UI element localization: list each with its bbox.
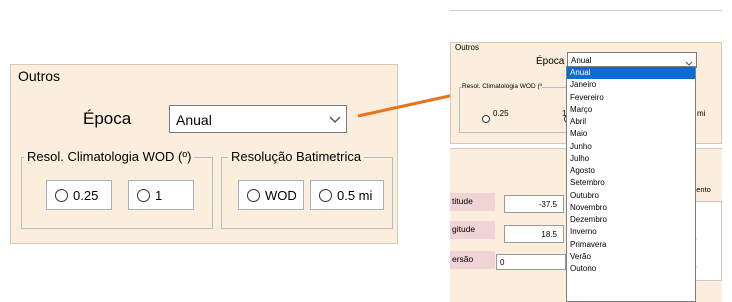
field-label-latitude: titude — [450, 193, 495, 211]
radio-circle-icon — [55, 188, 68, 202]
radio-circle-icon — [247, 188, 260, 202]
epoca-label-small: Época — [536, 56, 565, 67]
dropdown-option-outubro[interactable]: Outubro — [567, 190, 695, 202]
dropdown-option-dezembro[interactable]: Dezembro — [567, 214, 695, 226]
dropdown-option-setembro[interactable]: Setembro — [567, 177, 695, 189]
resol-climatologia-fieldset: Resol. Climatologia WOD (º) 0.25 1 — [21, 149, 213, 229]
dropdown-option-novembro[interactable]: Novembro — [567, 202, 695, 214]
epoca-combobox-small-value: Anual — [571, 56, 592, 65]
bati-partial-label: mi — [697, 109, 706, 118]
radio-bati-wod[interactable]: WOD — [238, 180, 304, 210]
resol-title-small: Resol. Climatologia WOD (º — [462, 83, 543, 90]
radio-resol-1-label: 1 — [155, 187, 163, 203]
dropdown-option-inverno[interactable]: Inverno — [567, 226, 695, 238]
dropdown-option-janeiro[interactable]: Janeiro — [567, 79, 695, 91]
outros-panel-zoomed: Outros Época Anual Resol. Climatologia W… — [10, 64, 398, 244]
radio-bati-wod-label: WOD — [265, 187, 297, 203]
radio-checked-icon — [137, 188, 150, 202]
radio-checked-icon — [319, 188, 332, 202]
epoca-combobox-value: Anual — [176, 112, 212, 128]
top-divider — [450, 10, 722, 11]
radio-resol-025-label: 0.25 — [73, 187, 99, 203]
epoca-combobox[interactable]: Anual — [169, 105, 347, 133]
radio-bati-05mi-label: 0.5 mi — [337, 187, 373, 203]
epoca-label: Época — [83, 109, 132, 128]
radio-bati-05mi[interactable]: 0.5 mi — [310, 180, 384, 210]
outros-group-title-small: Outros — [455, 43, 480, 52]
field-input-longitude[interactable]: 18.5 — [504, 225, 564, 243]
dropdown-option-marco[interactable]: Março — [567, 104, 695, 116]
outros-group-title: Outros — [15, 68, 64, 84]
resolucao-batimetrica-title: Resolução Batimetrica — [228, 149, 365, 164]
chevron-down-icon[interactable] — [328, 112, 342, 131]
dropdown-option-junho[interactable]: Junho — [567, 141, 695, 153]
dropdown-option-anual[interactable]: Anual — [567, 67, 695, 80]
epoca-dropdown-list[interactable]: Anual Janeiro Fevereiro Março Abril Maio… — [566, 66, 696, 302]
field-input-versao[interactable]: 0 — [496, 254, 566, 270]
resol-climatologia-title: Resol. Climatologia WOD (º) — [24, 149, 195, 164]
dropdown-option-agosto[interactable]: Agosto — [567, 165, 695, 177]
dropdown-option-maio[interactable]: Maio — [567, 128, 695, 140]
field-input-latitude[interactable]: -37.5 — [504, 195, 564, 213]
resolucao-batimetrica-fieldset: Resolução Batimetrica WOD 0.5 mi — [221, 149, 393, 229]
dropdown-option-fevereiro[interactable]: Fevereiro — [567, 92, 695, 104]
dropdown-option-primavera[interactable]: Primavera — [567, 239, 695, 251]
radio-circle-icon[interactable] — [482, 114, 490, 123]
field-label-longitude: gitude — [450, 221, 495, 239]
radio-resol-1[interactable]: 1 — [128, 180, 194, 210]
dropdown-option-outono[interactable]: Outono — [567, 263, 695, 275]
dropdown-option-abril[interactable]: Abril — [567, 116, 695, 128]
radio-resol-025[interactable]: 0.25 — [46, 180, 112, 210]
resol-fieldset-small: Resol. Climatologia WOD (º 0.25 1 — [459, 83, 573, 133]
field-label-versao: ersão — [450, 251, 495, 269]
radio-025-small-label: 0.25 — [493, 109, 509, 118]
dropdown-option-verao[interactable]: Verão — [567, 251, 695, 263]
dropdown-option-julho[interactable]: Julho — [567, 153, 695, 165]
